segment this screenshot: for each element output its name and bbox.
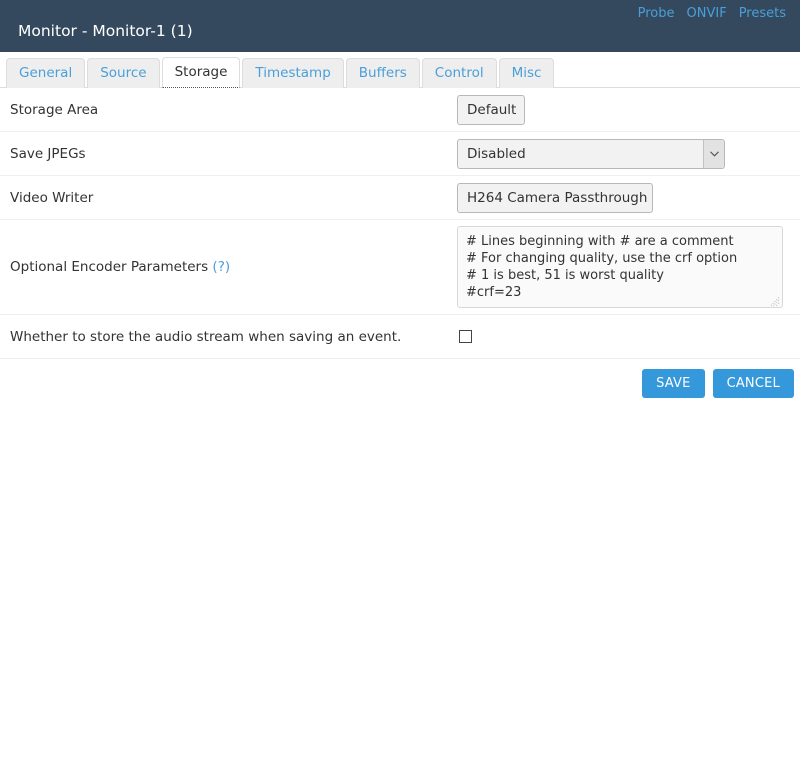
- tab-timestamp[interactable]: Timestamp: [242, 58, 344, 88]
- video-writer-field: H264 Camera Passthrough: [457, 182, 800, 213]
- storage-area-select[interactable]: Default: [457, 94, 525, 125]
- save-jpegs-value: Disabled: [467, 145, 526, 162]
- storage-area-value: Default: [467, 101, 517, 118]
- chevron-down-icon: [703, 139, 724, 168]
- resize-handle-icon[interactable]: [770, 295, 780, 307]
- save-jpegs-label: Save JPEGs: [10, 145, 86, 162]
- storage-settings-form: Storage Area Default Save JPEGs Disabled…: [0, 88, 800, 359]
- encoder-params-textarea[interactable]: # Lines beginning with # are a comment #…: [457, 226, 783, 308]
- tab-storage[interactable]: Storage: [161, 57, 241, 88]
- form-action-bar: SAVE CANCEL: [0, 359, 800, 407]
- audio-stream-label: Whether to store the audio stream when s…: [10, 328, 402, 345]
- row-audio-stream: Whether to store the audio stream when s…: [0, 315, 800, 359]
- probe-link[interactable]: Probe: [638, 6, 675, 22]
- save-button[interactable]: SAVE: [642, 368, 705, 398]
- storage-area-label: Storage Area: [10, 101, 99, 118]
- video-writer-select[interactable]: H264 Camera Passthrough: [457, 182, 653, 213]
- row-storage-area: Storage Area Default: [0, 88, 800, 132]
- app-header: Probe ONVIF Presets Monitor - Monitor-1 …: [0, 0, 800, 52]
- row-save-jpegs: Save JPEGs Disabled: [0, 132, 800, 176]
- tab-buffers[interactable]: Buffers: [345, 58, 420, 88]
- row-encoder-params: Optional Encoder Parameters (?) # Lines …: [0, 220, 800, 315]
- header-link-group: Probe ONVIF Presets: [638, 6, 786, 22]
- storage-area-field: Default: [457, 94, 800, 125]
- encoder-params-label: Optional Encoder Parameters (?): [0, 220, 457, 314]
- audio-stream-field: [457, 330, 800, 343]
- row-video-writer: Video Writer H264 Camera Passthrough: [0, 176, 800, 220]
- save-jpegs-field: Disabled: [457, 138, 800, 169]
- encoder-params-field: # Lines beginning with # are a comment #…: [457, 220, 800, 314]
- page-title: Monitor - Monitor-1 (1): [18, 22, 193, 40]
- video-writer-label: Video Writer: [10, 189, 94, 206]
- cancel-button[interactable]: CANCEL: [712, 368, 794, 398]
- tab-source[interactable]: Source: [87, 58, 160, 88]
- audio-stream-checkbox[interactable]: [459, 330, 472, 343]
- save-jpegs-select[interactable]: Disabled: [457, 138, 725, 169]
- video-writer-value: H264 Camera Passthrough: [467, 189, 648, 206]
- tab-bar: General Source Storage Timestamp Buffers…: [0, 52, 800, 88]
- onvif-link[interactable]: ONVIF: [687, 6, 727, 22]
- encoder-params-label-text: Optional Encoder Parameters: [10, 259, 209, 275]
- presets-link[interactable]: Presets: [739, 6, 786, 22]
- tab-control[interactable]: Control: [421, 58, 497, 88]
- tab-general[interactable]: General: [6, 58, 86, 88]
- encoder-params-help-link[interactable]: (?): [212, 258, 230, 276]
- tab-misc[interactable]: Misc: [498, 58, 555, 88]
